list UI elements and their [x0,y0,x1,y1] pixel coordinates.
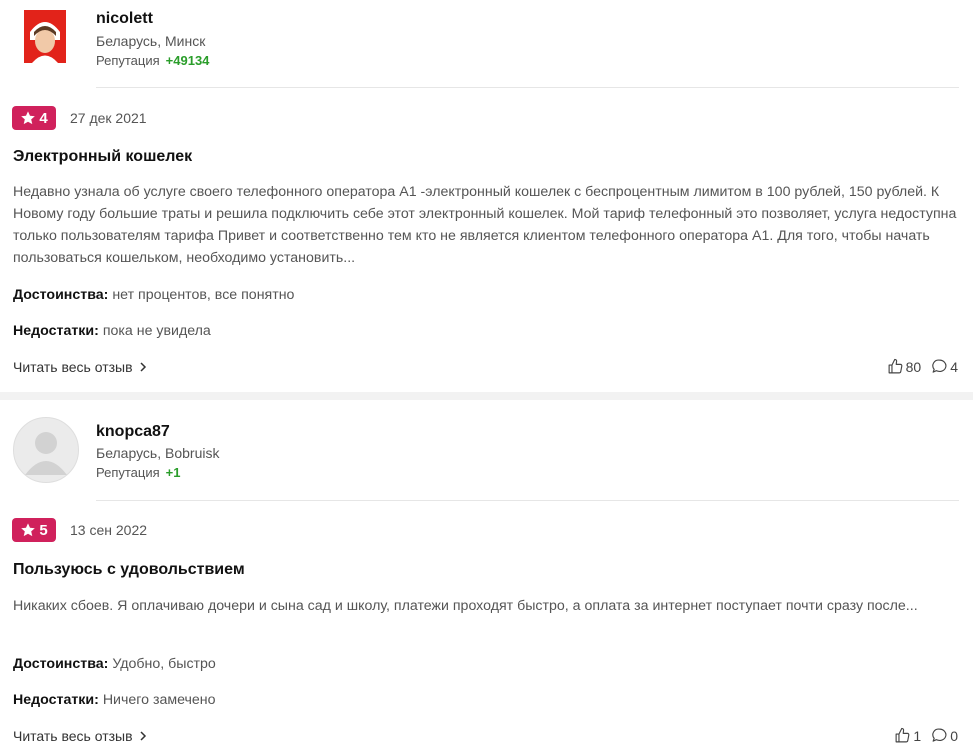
user-location: Беларусь, Bobruisk [96,445,220,461]
review-stats: 80 4 [887,358,958,375]
review-title[interactable]: Пользуюсь с удовольствием [13,561,245,579]
comment-icon [932,359,947,373]
rating-value: 5 [39,521,48,539]
rating-value: 4 [39,109,48,127]
chevron-right-icon [140,362,146,372]
divider [96,500,959,501]
review-card: nicolett Беларусь, Минск Репутация +49134… [0,0,973,392]
review-date: 13 сен 2022 [70,522,148,538]
comments-button[interactable]: 0 [931,727,958,744]
cons-text: пока не увидела [102,323,211,339]
pros-text: Удобно, быстро [112,656,216,672]
review-text: Никаких сбоев. Я оплачиваю дочери и сына… [13,598,918,614]
user-location: Беларусь, Минск [96,33,206,49]
review-cons: Недостатки: Ничего замечено [13,692,216,708]
cons-text: Ничего замечено [102,692,216,708]
review-cons: Недостатки: пока не увидела [13,323,211,339]
user-reputation: Репутация +49134 [96,53,209,68]
user-reputation: Репутация +1 [96,465,180,480]
divider [96,87,959,88]
comments-button[interactable]: 4 [931,358,958,375]
review-title[interactable]: Электронный кошелек [13,148,192,166]
review-pros: Достоинства: Удобно, быстро [13,656,216,672]
review-stats: 1 0 [894,727,958,744]
like-button[interactable]: 80 [887,358,922,375]
rating-badge: 5 [12,518,56,542]
star-icon [21,111,36,125]
comment-icon [932,728,947,742]
read-more-label: Читать весь отзыв [13,359,133,375]
review-card: knopca87 Беларусь, Bobruisk Репутация +1 … [0,400,973,753]
read-full-review-link[interactable]: Читать весь отзыв [13,359,147,375]
user-avatar[interactable] [24,10,66,63]
like-button[interactable]: 1 [894,727,921,744]
thumb-up-icon [888,358,903,374]
username[interactable]: knopca87 [96,423,170,441]
rating-badge: 4 [12,106,56,130]
read-full-review-link[interactable]: Читать весь отзыв [13,728,147,744]
like-count: 1 [913,727,922,744]
cons-label: Недостатки: [13,323,99,339]
cons-label: Недостатки: [13,692,99,708]
star-icon [21,523,36,537]
thumb-up-icon [895,727,910,743]
read-more-label: Читать весь отзыв [13,728,133,744]
pros-label: Достоинства: [13,656,109,672]
review-separator [0,392,973,400]
comment-count: 0 [950,727,958,744]
chevron-right-icon [140,731,146,741]
reputation-value: +1 [165,465,181,480]
review-text: Недавно узнала об услуге своего телефонн… [13,184,957,266]
reputation-label: Репутация [96,53,160,68]
pros-text: нет процентов, все понятно [112,287,295,303]
comment-count: 4 [950,358,958,375]
like-count: 80 [905,358,922,375]
user-avatar[interactable] [13,417,79,483]
username[interactable]: nicolett [96,10,153,28]
review-pros: Достоинства: нет процентов, все понятно [13,287,294,303]
review-date: 27 дек 2021 [70,110,147,126]
default-avatar-icon [13,417,79,483]
pros-label: Достоинства: [13,287,109,303]
reputation-value: +49134 [165,53,210,68]
reputation-label: Репутация [96,465,160,480]
